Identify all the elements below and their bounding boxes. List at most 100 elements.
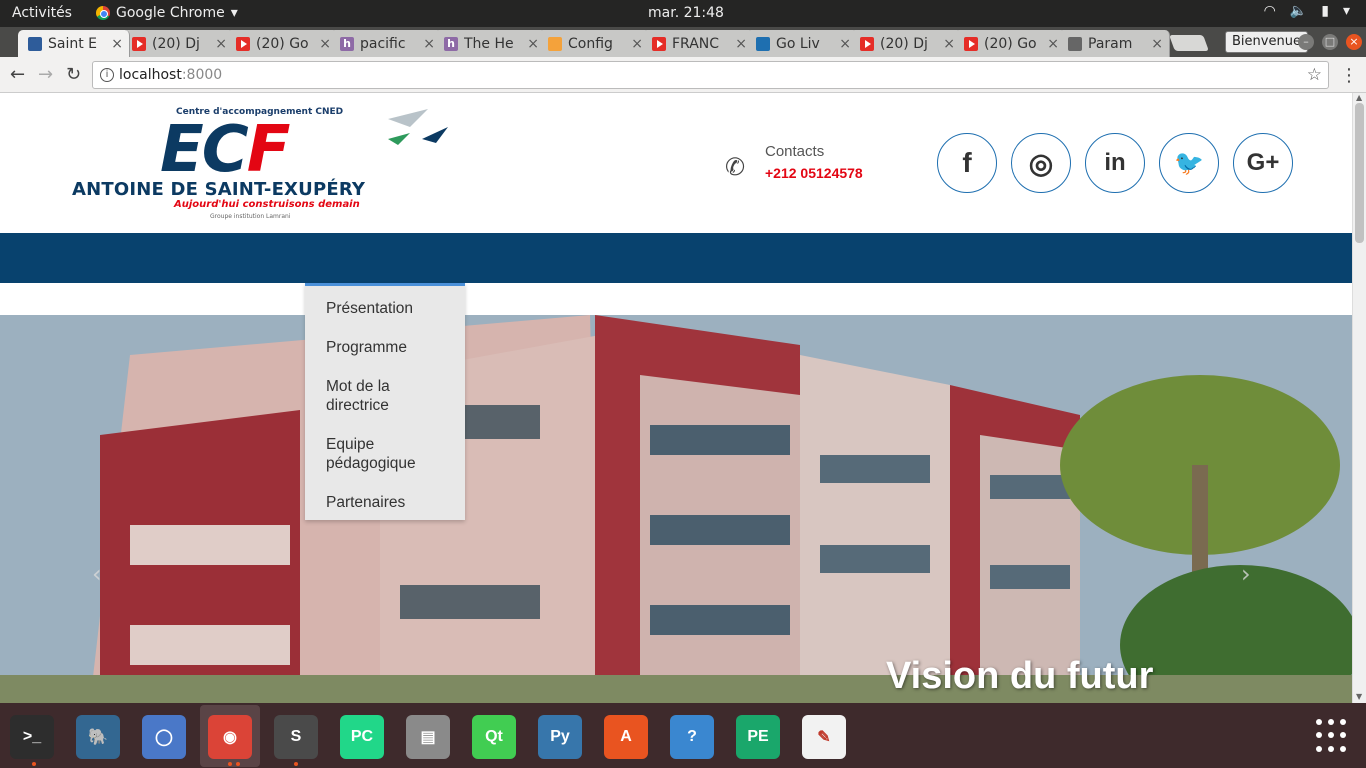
browser-tab[interactable]: Param × (1058, 30, 1170, 57)
dropdown-item-mot-directrice[interactable]: Mot de la directrice (326, 377, 390, 415)
blue-icon (756, 36, 770, 51)
heroku-icon: h (340, 36, 354, 51)
linkedin-icon[interactable]: in (1085, 133, 1145, 193)
browser-tab[interactable]: FRANC × (642, 30, 754, 57)
address-bar[interactable]: i localhost:8000 ☆ (92, 61, 1329, 89)
tab-title: Go Liv (776, 35, 820, 52)
dropdown-item-equipe[interactable]: Equipe pédagogique (326, 435, 416, 473)
forward-icon[interactable]: → (38, 64, 53, 85)
hero-caption: Vision du futur (886, 655, 1154, 697)
instagram-icon[interactable]: ◎ (1011, 133, 1071, 193)
new-tab-button[interactable] (1169, 35, 1209, 51)
back-icon[interactable]: ← (10, 64, 25, 85)
software-center-icon[interactable]: A (604, 715, 648, 759)
app-menu[interactable]: Google Chrome ▾ (96, 5, 238, 21)
dropdown-item-partenaires[interactable]: Partenaires (326, 493, 405, 512)
browser-tab[interactable]: (20) Go × (226, 30, 338, 57)
browser-tab[interactable]: (20) Dj × (122, 30, 234, 57)
close-window-icon[interactable]: × (1346, 34, 1362, 50)
logo-letters: ECF (160, 113, 290, 187)
browser-tab[interactable]: h pacific × (330, 30, 442, 57)
menu-kebab-icon[interactable]: ⋮ (1340, 65, 1358, 86)
sublime-text-icon[interactable]: S (274, 715, 318, 759)
running-indicator (32, 762, 36, 766)
dropdown-item-presentation[interactable]: Présentation (326, 299, 413, 318)
dropdown-item-programme[interactable]: Programme (326, 338, 407, 357)
url-host: localhost (119, 67, 182, 83)
config-icon (548, 36, 562, 51)
tab-title: The He (464, 35, 514, 52)
ecole-dropdown-menu: Présentation Programme Mot de la directri… (305, 283, 465, 520)
profile-button[interactable]: Bienvenue (1225, 31, 1308, 53)
paper-planes-icon (388, 109, 448, 145)
hero-carousel: ‹ › Vision du futur (0, 315, 1352, 703)
files-icon[interactable]: ▤ (406, 715, 450, 759)
heroku-icon: h (444, 36, 458, 51)
chevron-down-icon: ▾ (1342, 3, 1350, 19)
browser-tab[interactable]: Go Liv × (746, 30, 858, 57)
carousel-prev-icon[interactable]: ‹ (92, 560, 102, 588)
scrollbar-thumb[interactable] (1355, 103, 1364, 243)
browser-tab[interactable]: Saint E × (18, 30, 130, 57)
logo-school-name: ANTOINE DE SAINT-EXUPÉRY (72, 179, 366, 200)
youtube-icon (132, 36, 146, 51)
tab-title: (20) Go (984, 35, 1037, 52)
help-icon[interactable]: ? (670, 715, 714, 759)
running-indicator (294, 762, 298, 766)
close-tab-icon[interactable]: × (1151, 36, 1163, 52)
maximize-icon[interactable]: □ (1322, 34, 1338, 50)
tab-title: (20) Dj (880, 35, 928, 52)
activities-button[interactable]: Activités (12, 5, 72, 21)
page-scrollbar[interactable]: ▲ ▼ (1352, 93, 1366, 703)
qt-creator-icon[interactable]: Qt (472, 715, 516, 759)
youtube-icon (860, 36, 874, 51)
browser-tab[interactable]: Config × (538, 30, 650, 57)
url-port: :8000 (181, 67, 223, 83)
chrome-icon[interactable]: ◉ (208, 715, 252, 759)
youtube-icon (652, 36, 666, 51)
browser-tab[interactable]: (20) Go × (954, 30, 1066, 57)
ecf-icon (28, 36, 42, 51)
pycharm-icon[interactable]: PC (340, 715, 384, 759)
logo-group: Groupe institution Lamrani (210, 213, 291, 220)
pycharm-edu-icon[interactable]: PE (736, 715, 780, 759)
postgresql-icon[interactable]: 🐘 (76, 715, 120, 759)
facebook-icon[interactable]: f (937, 133, 997, 193)
system-tray[interactable]: ◠ 🔈 ▮ ▾ (1264, 3, 1350, 19)
tab-title: (20) Dj (152, 35, 200, 52)
chevron-down-icon: ▾ (230, 5, 238, 21)
terminal-icon[interactable]: >_ (10, 715, 54, 759)
info-icon[interactable]: i (100, 68, 114, 82)
reload-icon[interactable]: ↻ (66, 64, 81, 85)
tab-title: FRANC (672, 35, 720, 52)
chrome-icon (96, 6, 110, 20)
chromium-icon[interactable]: ◯ (142, 715, 186, 759)
browser-toolbar: ← → ↻ i localhost:8000 ☆ ⋮ (0, 57, 1366, 93)
hero-building-image (0, 315, 1352, 703)
gear-icon (1068, 36, 1082, 51)
document-viewer-icon[interactable]: ✎ (802, 715, 846, 759)
minimize-icon[interactable]: – (1298, 34, 1314, 50)
close-tab-icon[interactable]: × (111, 36, 123, 52)
tab-title: (20) Go (256, 35, 309, 52)
show-applications-icon[interactable] (1316, 719, 1350, 753)
running-indicator (228, 762, 232, 766)
browser-tab[interactable]: h The He × (434, 30, 546, 57)
running-indicator (236, 762, 240, 766)
google-plus-icon[interactable]: G+ (1233, 133, 1293, 193)
youtube-icon (964, 36, 978, 51)
python-icon[interactable]: Py (538, 715, 582, 759)
carousel-next-icon[interactable]: › (1241, 560, 1251, 588)
site-logo[interactable]: Centre d'accompagnement CNED ECF ANTOINE… (70, 105, 450, 223)
web-page: Centre d'accompagnement CNED ECF ANTOINE… (0, 93, 1352, 703)
system-top-bar: Activités Google Chrome ▾ mar. 21:48 ◠ 🔈… (0, 0, 1366, 27)
scroll-down-icon[interactable]: ▼ (1356, 692, 1362, 701)
contact-label: Contacts (765, 143, 825, 160)
logo-slogan: Aujourd'hui construisons demain (174, 199, 360, 210)
scroll-up-icon[interactable]: ▲ (1356, 93, 1362, 102)
clock[interactable]: mar. 21:48 (648, 5, 724, 21)
bookmark-star-icon[interactable]: ☆ (1307, 62, 1322, 88)
twitter-icon[interactable]: 🐦 (1159, 133, 1219, 193)
contact-phone[interactable]: +212 05124578 (765, 165, 863, 181)
browser-tab[interactable]: (20) Dj × (850, 30, 962, 57)
